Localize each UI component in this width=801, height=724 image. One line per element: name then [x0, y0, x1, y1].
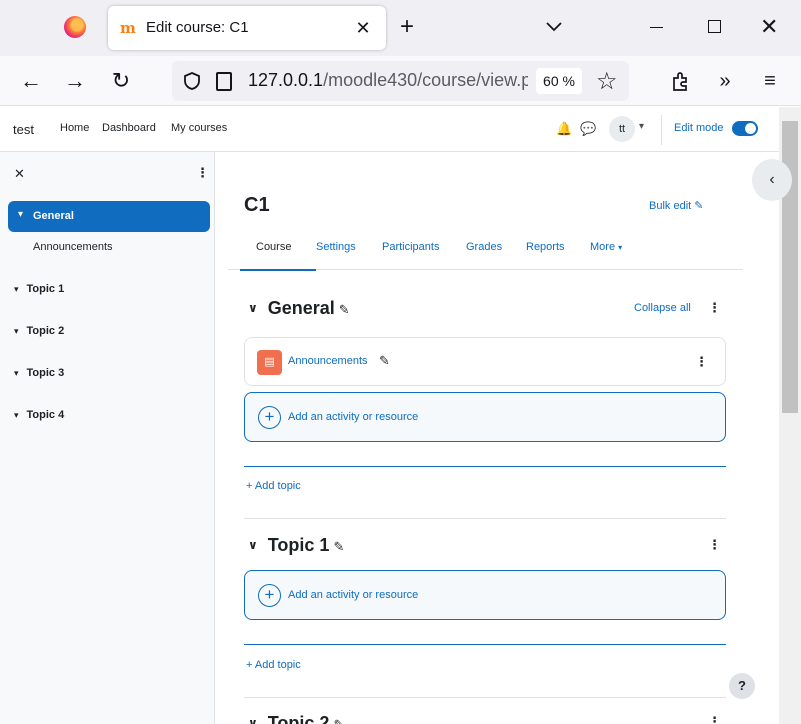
forum-icon: ▤ — [257, 350, 282, 375]
activity-name[interactable]: Announcements — [288, 355, 368, 367]
page-scrollbar[interactable] — [779, 107, 801, 724]
add-activity-label: Add an activity or resource — [288, 411, 419, 423]
user-avatar[interactable]: tt — [609, 116, 635, 142]
bulk-edit-button[interactable]: Bulk edit ✎ — [649, 199, 703, 212]
browser-tab[interactable]: m Edit course: C1 ✕ — [108, 6, 386, 50]
tab-settings[interactable]: Settings — [316, 241, 356, 253]
tab-title: Edit course: C1 — [146, 19, 249, 36]
index-item-announcements[interactable]: Announcements — [33, 241, 113, 253]
tab-course[interactable]: Course — [256, 241, 291, 253]
url-bar[interactable]: 127.0.0.1/moodle430/course/view.ph 60 % … — [172, 61, 629, 101]
pencil-icon: ✎ — [694, 200, 704, 212]
moodle-header: test Home Dashboard My courses 🔔 💬 tt ▾ … — [0, 107, 801, 152]
chevron-down-icon[interactable]: ▾ — [14, 410, 19, 420]
pencil-icon[interactable]: ✎ — [339, 302, 350, 317]
kebab-menu-icon[interactable]: ⋮ — [196, 165, 209, 181]
extensions-icon[interactable] — [669, 69, 693, 93]
add-activity-label: Add an activity or resource — [288, 589, 419, 601]
firefox-icon — [64, 16, 86, 38]
overflow-menu-icon[interactable]: » — [712, 68, 738, 94]
active-tab-indicator — [240, 269, 316, 271]
close-drawer-icon[interactable]: ✕ — [14, 166, 25, 182]
index-item-topic-3[interactable]: ▾ Topic 3 — [14, 367, 64, 379]
section-separator — [244, 697, 726, 698]
plus-icon: + — [258, 406, 281, 429]
list-all-tabs-icon[interactable] — [542, 14, 566, 40]
open-block-drawer-icon[interactable]: ‹ — [752, 159, 792, 201]
nav-home[interactable]: Home — [60, 122, 89, 134]
section-title-topic-2[interactable]: ∨Topic 2✎ — [248, 713, 344, 724]
section-divider — [244, 644, 726, 645]
chevron-down-icon[interactable]: ▾ — [14, 326, 19, 336]
header-divider — [661, 115, 662, 145]
section-title-general[interactable]: ∨ General ✎ — [248, 298, 350, 319]
section-divider — [244, 466, 726, 467]
section-kebab-icon[interactable]: ⋮ — [708, 300, 721, 316]
zoom-level-badge[interactable]: 60 % — [536, 68, 582, 94]
hamburger-menu-icon[interactable]: ≡ — [757, 68, 783, 94]
chevron-down-icon[interactable]: ▾ — [14, 284, 19, 294]
new-tab-icon[interactable]: + — [400, 14, 414, 40]
index-item-topic-1[interactable]: ▾ Topic 1 — [14, 283, 64, 295]
nav-my-courses[interactable]: My courses — [171, 122, 227, 134]
add-activity-button[interactable]: + Add an activity or resource — [244, 570, 726, 620]
pencil-icon[interactable]: ✎ — [333, 717, 344, 724]
minimize-icon[interactable] — [650, 27, 663, 28]
window-close-icon[interactable]: ✕ — [760, 14, 778, 40]
activity-kebab-icon[interactable]: ⋮ — [695, 354, 708, 370]
chevron-down-icon[interactable]: ▾ — [14, 368, 19, 378]
chevron-down-icon: ▾ — [618, 243, 623, 252]
tab-reports[interactable]: Reports — [526, 241, 565, 253]
back-icon[interactable]: ← — [18, 68, 44, 94]
chevron-down-icon[interactable]: ∨ — [248, 538, 258, 552]
course-content: C1 Bulk edit ✎ Course Settings Participa… — [216, 152, 779, 724]
plus-icon: + — [246, 659, 253, 671]
bookmark-star-icon[interactable]: ☆ — [596, 67, 618, 96]
close-tab-icon[interactable]: ✕ — [350, 15, 376, 41]
activity-announcements[interactable]: ▤ Announcements ✎ ⋮ — [244, 337, 726, 386]
help-button[interactable]: ? — [729, 673, 755, 699]
browser-navbar: ← → ↻ 127.0.0.1/moodle430/course/view.ph… — [0, 56, 801, 106]
chevron-down-icon[interactable]: ▾ — [639, 121, 644, 132]
section-separator — [244, 518, 726, 519]
reload-icon[interactable]: ↻ — [108, 68, 134, 94]
pencil-icon[interactable]: ✎ — [379, 353, 390, 369]
section-title-topic-1[interactable]: ∨ Topic 1 ✎ — [248, 535, 344, 556]
forward-icon[interactable]: → — [62, 68, 88, 94]
course-tabs: Course Settings Participants Grades Repo… — [228, 240, 743, 271]
course-index-drawer: ✕ ⋮ ▾ General Announcements ▾ Topic 1 ▾ To… — [0, 152, 215, 724]
messages-icon[interactable]: 💬 — [580, 121, 596, 137]
chevron-down-icon[interactable]: ▾ — [18, 209, 23, 220]
site-brand[interactable]: test — [13, 122, 34, 137]
url-text[interactable]: 127.0.0.1/moodle430/course/view.ph — [248, 70, 528, 91]
index-item-general[interactable]: ▾ General — [8, 201, 210, 232]
add-topic-link[interactable]: + Add topic — [246, 659, 301, 671]
tracking-shield-icon[interactable] — [182, 71, 202, 91]
pencil-icon[interactable]: ✎ — [333, 539, 344, 554]
page-title: C1 — [244, 194, 270, 216]
tab-participants[interactable]: Participants — [382, 241, 439, 253]
section-kebab-icon[interactable]: ⋮ — [708, 714, 721, 724]
browser-tabbar: m Edit course: C1 ✕ + ✕ — [0, 0, 801, 56]
maximize-icon[interactable] — [708, 20, 721, 33]
notification-bell-icon[interactable]: 🔔 — [556, 121, 572, 137]
section-kebab-icon[interactable]: ⋮ — [708, 537, 721, 553]
index-item-label: General — [33, 210, 74, 222]
index-item-topic-2[interactable]: ▾ Topic 2 — [14, 325, 64, 337]
chevron-down-icon[interactable]: ∨ — [248, 716, 258, 724]
moodle-favicon-icon: m — [120, 19, 136, 37]
index-item-topic-4[interactable]: ▾ Topic 4 — [14, 409, 64, 421]
edit-mode-label: Edit mode — [674, 122, 724, 134]
add-topic-link[interactable]: + Add topic — [246, 480, 301, 492]
edit-mode-toggle[interactable] — [732, 121, 758, 136]
nav-dashboard[interactable]: Dashboard — [102, 122, 156, 134]
tab-grades[interactable]: Grades — [466, 241, 502, 253]
tab-more[interactable]: More ▾ — [590, 241, 622, 253]
plus-icon: + — [246, 480, 253, 492]
chevron-down-icon[interactable]: ∨ — [248, 301, 258, 315]
plus-icon: + — [258, 584, 281, 607]
page-info-icon[interactable] — [216, 72, 232, 91]
collapse-all-link[interactable]: Collapse all — [634, 302, 691, 314]
add-activity-button[interactable]: + Add an activity or resource — [244, 392, 726, 442]
